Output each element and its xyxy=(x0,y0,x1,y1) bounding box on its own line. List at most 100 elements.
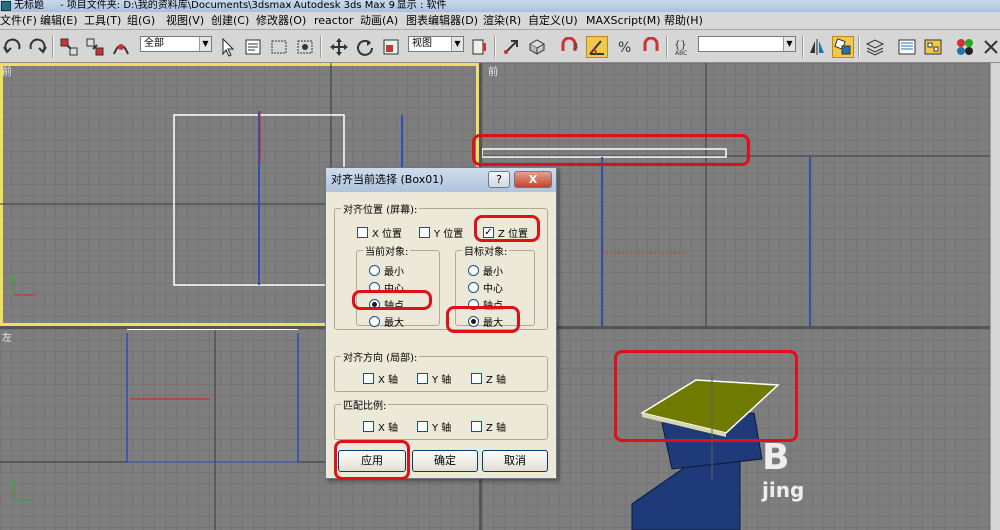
align-orientation-label: 对齐方向 (局部): xyxy=(341,349,420,364)
ok-button[interactable]: 确定 xyxy=(412,450,478,472)
align-icon[interactable] xyxy=(832,36,854,58)
menu-views[interactable]: 视图(V) xyxy=(166,12,204,30)
axis-label-z: z xyxy=(10,477,15,486)
curve-editor-icon[interactable] xyxy=(896,36,918,58)
material-editor-icon[interactable] xyxy=(954,36,976,58)
viewport-bottom-right[interactable] xyxy=(482,329,990,530)
app-name: - Autodesk 3ds Max 9 xyxy=(287,0,395,11)
checkmark-icon[interactable]: ✓ xyxy=(483,227,494,238)
window-crossing-icon[interactable] xyxy=(294,36,316,58)
select-and-link-icon[interactable] xyxy=(58,36,80,58)
y-position-checkbox[interactable]: Y 位置 xyxy=(419,225,463,240)
orient-x-axis-checkbox[interactable]: X 轴 xyxy=(363,371,398,386)
viewport-top-right[interactable]: 前 xyxy=(482,63,990,326)
axis-tripod-icon xyxy=(13,275,34,296)
current-center-radio[interactable]: 中心 xyxy=(369,280,404,295)
render-scene-icon[interactable] xyxy=(980,36,1000,58)
menu-maxscript[interactable]: MAXScript(M) xyxy=(586,12,661,30)
current-maximum-radio[interactable]: 最大 xyxy=(369,314,404,329)
x-position-checkbox[interactable]: X 位置 xyxy=(357,225,402,240)
menu-modifiers[interactable]: 修改器(O) xyxy=(256,12,306,30)
menu-help[interactable]: 帮助(H) xyxy=(664,12,703,30)
menu-animation[interactable]: 动画(A) xyxy=(360,12,398,30)
select-and-rotate-icon[interactable] xyxy=(354,36,376,58)
help-button[interactable]: ? xyxy=(488,171,510,188)
select-and-manipulate-icon[interactable] xyxy=(500,36,522,58)
current-pivot-radio[interactable]: 轴点 xyxy=(369,297,404,312)
toolbar-separator xyxy=(802,36,804,58)
selection-filter-dropdown[interactable]: 全部 ▼ xyxy=(140,36,212,52)
match-scale-group: 匹配比例: X 轴 Y 轴 Z 轴 xyxy=(334,397,548,440)
chevron-down-icon: ▼ xyxy=(451,37,463,51)
match-scale-label: 匹配比例: xyxy=(341,397,389,412)
select-object-icon[interactable] xyxy=(216,36,238,58)
scale-x-axis-checkbox[interactable]: X 轴 xyxy=(363,419,398,434)
target-maximum-radio[interactable]: 最大 xyxy=(468,314,503,329)
apply-button[interactable]: 应用 xyxy=(338,450,406,472)
unlink-selection-icon[interactable] xyxy=(84,36,106,58)
keyboard-shortcut-override-icon[interactable] xyxy=(526,36,548,58)
schematic-view-icon[interactable] xyxy=(922,36,944,58)
toolbar-separator xyxy=(494,36,496,58)
rectangular-selection-icon[interactable] xyxy=(268,36,290,58)
scale-y-axis-checkbox[interactable]: Y 轴 xyxy=(417,419,451,434)
scale-z-axis-checkbox[interactable]: Z 轴 xyxy=(471,419,506,434)
orient-z-axis-checkbox[interactable]: Z 轴 xyxy=(471,371,506,386)
menu-rendering[interactable]: 渲染(R) xyxy=(483,12,521,30)
named-selection-sets-dropdown[interactable]: ▼ xyxy=(698,36,796,52)
menu-bar: 文件(F) 编辑(E) 工具(T) 组(G) 视图(V) 创建(C) 修改器(O… xyxy=(0,12,1000,30)
document-title: 无标题 xyxy=(14,0,44,11)
current-object-group: 当前对象: 最小 中心 轴点 最大 xyxy=(356,243,440,329)
orient-y-axis-checkbox[interactable]: Y 轴 xyxy=(417,371,451,386)
edit-named-selection-icon[interactable]: {} ABC xyxy=(672,36,694,58)
close-button[interactable]: X xyxy=(514,171,552,188)
cancel-button[interactable]: 取消 xyxy=(482,450,548,472)
bind-to-space-warp-icon[interactable] xyxy=(110,36,132,58)
select-and-scale-icon[interactable] xyxy=(380,36,402,58)
target-pivot-radio[interactable]: 轴点 xyxy=(468,297,503,312)
redo-icon[interactable] xyxy=(26,36,48,58)
svg-text:%: % xyxy=(618,40,631,56)
project-folder: - 项目文件夹: D:\我的资料库\Documents\3dsmax xyxy=(60,0,292,11)
toolbar-separator xyxy=(666,36,668,58)
menu-reactor[interactable]: reactor xyxy=(314,12,353,30)
menu-file[interactable]: 文件(F) xyxy=(0,12,37,30)
align-orientation-group: 对齐方向 (局部): X 轴 Y 轴 Z 轴 xyxy=(334,349,548,392)
menu-graph-editors[interactable]: 图表编辑器(D) xyxy=(406,12,478,30)
align-selection-dialog: 对齐当前选择 (Box01) ? X 对齐位置 (屏幕): X 位置 Y 位置 … xyxy=(325,167,557,479)
target-object-label: 目标对象: xyxy=(462,243,510,258)
percent-snap-toggle-icon[interactable]: % xyxy=(614,36,636,58)
command-panel[interactable] xyxy=(990,63,1000,530)
layer-manager-icon[interactable] xyxy=(864,36,886,58)
use-pivot-center-icon[interactable] xyxy=(468,36,490,58)
viewport-top-right-scene xyxy=(482,63,990,326)
current-object-label: 当前对象: xyxy=(363,243,411,258)
app-icon[interactable] xyxy=(1,1,11,11)
checkbox-box[interactable] xyxy=(357,227,368,238)
svg-text:3: 3 xyxy=(573,42,578,51)
select-and-move-icon[interactable] xyxy=(328,36,350,58)
angle-snap-toggle-icon[interactable] xyxy=(586,36,608,58)
menu-create[interactable]: 创建(C) xyxy=(211,12,249,30)
select-by-name-icon[interactable] xyxy=(242,36,264,58)
watermark: B jing xyxy=(762,437,805,503)
target-center-radio[interactable]: 中心 xyxy=(468,280,503,295)
reference-coordinate-dropdown[interactable]: 视图 ▼ xyxy=(408,36,464,52)
snaps-toggle-icon[interactable]: 3 xyxy=(558,36,580,58)
checkbox-box[interactable] xyxy=(419,227,430,238)
z-position-checkbox[interactable]: ✓ Z 位置 xyxy=(483,225,528,240)
mirror-icon[interactable] xyxy=(806,36,828,58)
current-minimum-radio[interactable]: 最小 xyxy=(369,263,404,278)
menu-customize[interactable]: 自定义(U) xyxy=(528,12,578,30)
menu-group[interactable]: 组(G) xyxy=(127,12,155,30)
viewport-bottom-right-scene xyxy=(482,368,990,530)
spinner-snap-toggle-icon[interactable] xyxy=(640,36,662,58)
target-minimum-radio[interactable]: 最小 xyxy=(468,263,503,278)
main-toolbar: 全部 ▼ 视图 ▼ 3 % {} ABC ▼ xyxy=(0,30,1000,63)
undo-icon[interactable] xyxy=(2,36,24,58)
chevron-down-icon: ▼ xyxy=(783,37,795,51)
toolbar-separator xyxy=(320,36,322,58)
menu-tools[interactable]: 工具(T) xyxy=(84,12,121,30)
title-bar: 无标题 - 项目文件夹: D:\我的资料库\Documents\3dsmax -… xyxy=(0,0,1000,12)
menu-edit[interactable]: 编辑(E) xyxy=(40,12,78,30)
